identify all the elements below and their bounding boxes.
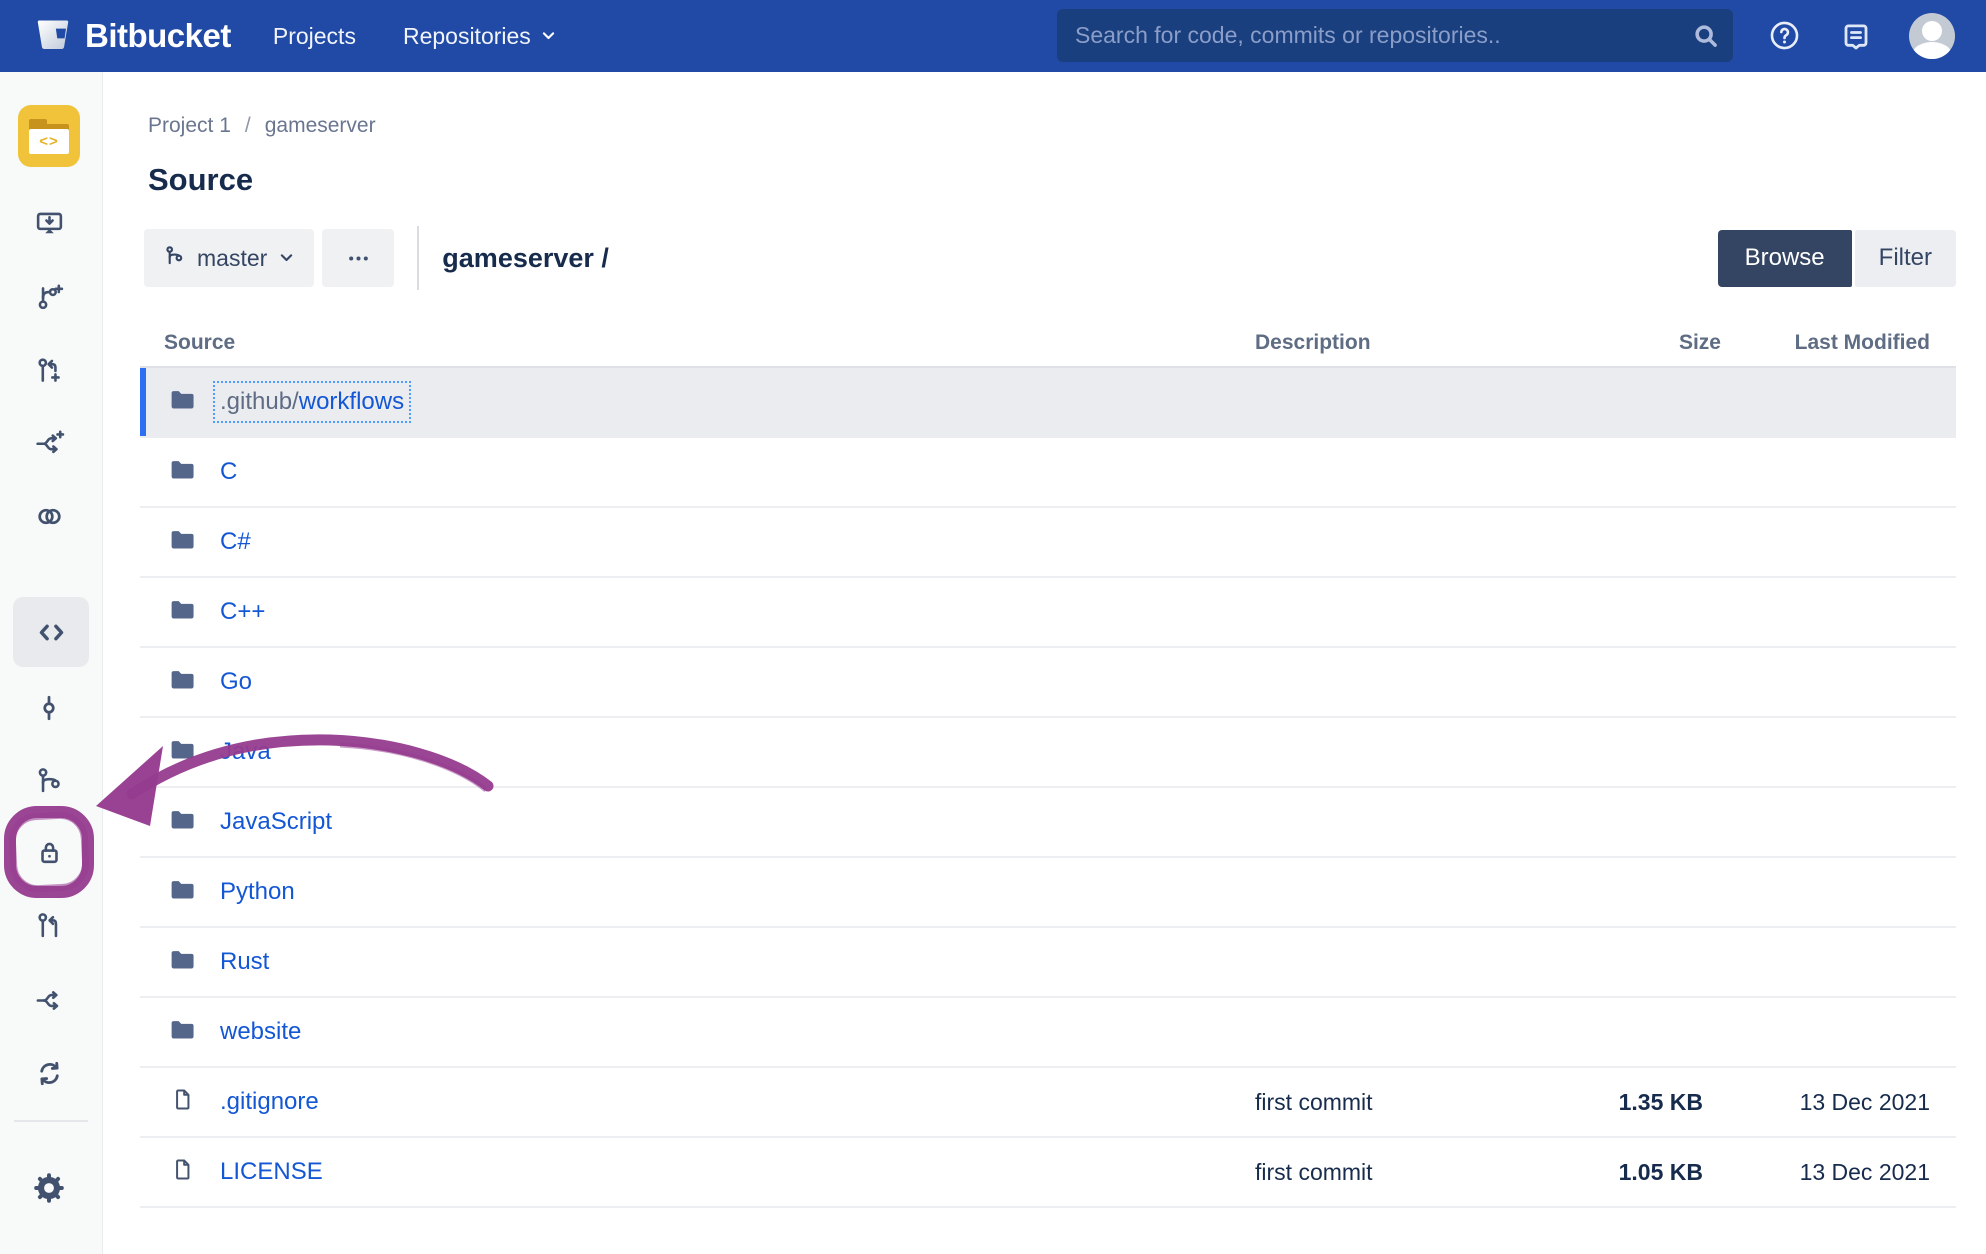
folder-icon [168, 736, 196, 769]
primary-nav: Projects Repositories [273, 23, 557, 50]
sidebar-divider [14, 1120, 88, 1122]
breadcrumb: Project 1 / gameserver [148, 114, 1956, 138]
file-icon [170, 1087, 195, 1117]
branch-icon [163, 244, 186, 273]
breadcrumb-project[interactable]: Project 1 [148, 114, 231, 138]
entry-description: first commit [1255, 1089, 1617, 1116]
entry-link[interactable]: website [220, 1018, 301, 1046]
table-row: Rust [140, 928, 1956, 998]
breadcrumb-repo[interactable]: gameserver [265, 114, 376, 138]
entry-size: 1.35 KB [1617, 1089, 1721, 1116]
table-row: C# [140, 508, 1956, 578]
entry-link[interactable]: Go [220, 668, 252, 696]
table-row: C++ [140, 578, 1956, 648]
browse-button[interactable]: Browse [1718, 230, 1852, 287]
header-description: Description [1255, 331, 1617, 355]
table-row: Java [140, 718, 1956, 788]
nav-projects[interactable]: Projects [273, 23, 356, 50]
entry-modified: 13 Dec 2021 [1721, 1089, 1956, 1116]
entry-link[interactable]: .github/workflows [220, 388, 404, 416]
compare-icon[interactable] [27, 494, 71, 538]
pull-requests-icon[interactable] [27, 903, 71, 947]
bitbucket-logo[interactable]: Bitbucket [34, 15, 231, 58]
current-path[interactable]: gameserver / [442, 243, 609, 274]
folder-icon [168, 806, 196, 839]
entry-link[interactable]: Python [220, 878, 295, 906]
header-last-modified: Last Modified [1721, 331, 1956, 355]
lock-icon[interactable] [27, 830, 71, 874]
folder-icon [168, 526, 196, 559]
source-icon[interactable] [13, 597, 89, 667]
table-row: .gitignore first commit 1.35 KB 13 Dec 2… [140, 1068, 1956, 1138]
search-icon[interactable] [1691, 21, 1721, 56]
file-icon [170, 1157, 195, 1187]
entry-size: 1.05 KB [1617, 1159, 1721, 1186]
table-row: C [140, 438, 1956, 508]
page-title: Source [148, 162, 1956, 198]
search-input[interactable] [1057, 9, 1733, 62]
avatar[interactable] [1909, 13, 1955, 59]
entry-modified: 13 Dec 2021 [1721, 1159, 1956, 1186]
folder-icon [168, 946, 196, 979]
table-row: .github/workflows [140, 368, 1956, 438]
repo-avatar[interactable]: <> [18, 105, 80, 167]
add-fork-icon[interactable] [27, 421, 71, 465]
entry-description: first commit [1255, 1159, 1617, 1186]
toolbar-divider [417, 226, 419, 290]
more-options-button[interactable] [322, 229, 394, 287]
sync-icon[interactable] [27, 1051, 71, 1095]
folder-icon [168, 666, 196, 699]
help-icon[interactable] [1768, 19, 1801, 57]
branches-icon[interactable] [27, 758, 71, 802]
forks-icon[interactable] [27, 978, 71, 1022]
entry-link[interactable]: C++ [220, 598, 265, 626]
filter-button[interactable]: Filter [1855, 230, 1956, 287]
commits-icon[interactable] [27, 686, 71, 730]
bitbucket-wordmark: Bitbucket [85, 17, 231, 55]
nav-repositories[interactable]: Repositories [403, 23, 557, 50]
table-header-row: Source Description Size Last Modified [140, 320, 1956, 368]
table-row: Go [140, 648, 1956, 718]
entry-link[interactable]: C# [220, 528, 251, 556]
folder-icon [168, 456, 196, 489]
entry-link[interactable]: Rust [220, 948, 269, 976]
chevron-down-icon [278, 245, 295, 272]
header-source: Source [140, 331, 1255, 355]
source-toolbar: master gameserver / Browse Filter [144, 228, 1956, 288]
table-row: LICENSE first commit 1.05 KB 13 Dec 2021 [140, 1138, 1956, 1208]
global-search [1057, 9, 1733, 62]
folder-icon [168, 386, 196, 419]
entry-link[interactable]: Java [220, 738, 271, 766]
feedback-icon[interactable] [1840, 20, 1872, 57]
branch-selector[interactable]: master [144, 229, 314, 287]
main-content: Project 1 / gameserver Source master [103, 72, 1986, 1254]
create-pull-request-icon[interactable] [27, 348, 71, 392]
folder-icon [168, 596, 196, 629]
table-row: JavaScript [140, 788, 1956, 858]
header-size: Size [1617, 331, 1721, 355]
clone-icon[interactable] [27, 202, 71, 246]
entry-link[interactable]: C [220, 458, 237, 486]
table-row: website [140, 998, 1956, 1068]
entry-link[interactable]: JavaScript [220, 808, 332, 836]
source-table: Source Description Size Last Modified [140, 320, 1956, 1208]
folder-icon [168, 1016, 196, 1049]
top-navigation-bar: Bitbucket Projects Repositories [0, 0, 1986, 72]
source-table-body: .github/workflows C [140, 368, 1956, 1208]
create-branch-icon[interactable] [27, 275, 71, 319]
bitbucket-logo-icon [34, 15, 72, 58]
table-row: Python [140, 858, 1956, 928]
entry-link[interactable]: .gitignore [220, 1088, 319, 1116]
chevron-down-icon [540, 23, 557, 50]
settings-icon[interactable] [27, 1166, 71, 1210]
breadcrumb-separator: / [245, 114, 251, 138]
folder-icon [168, 876, 196, 909]
repo-sidebar: <> [0, 72, 103, 1254]
bitbucket-app: Bitbucket Projects Repositories [0, 0, 1986, 1254]
branch-name: master [197, 245, 267, 272]
entry-link[interactable]: LICENSE [220, 1158, 323, 1186]
